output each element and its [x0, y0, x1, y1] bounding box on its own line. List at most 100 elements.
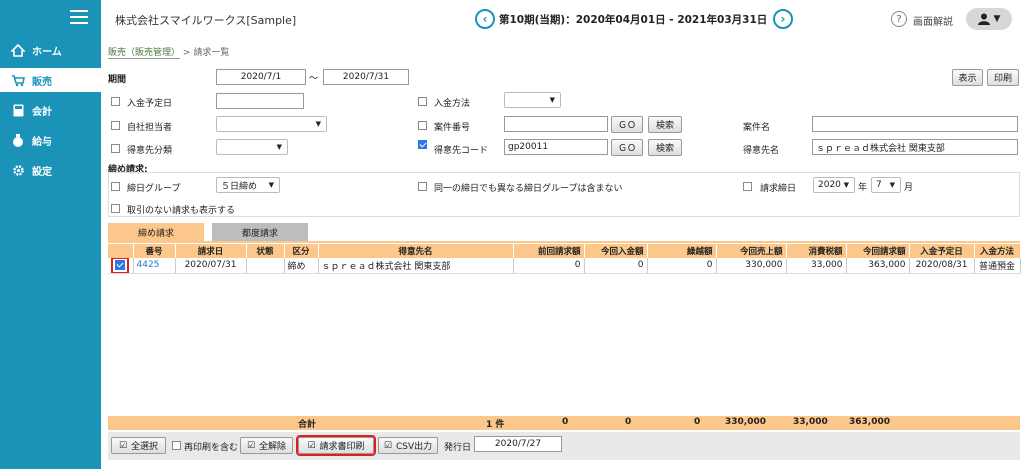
sidebar-item-label: 給与	[32, 136, 52, 148]
dropdown-arrow-icon: ▼	[889, 181, 895, 189]
closing-group-checkbox[interactable]	[111, 182, 120, 191]
totals-bar: 合計 1 件 0 0 0 330,000 33,000 363,000	[108, 416, 1020, 430]
print-invoice-button[interactable]: ☑ 請求書印刷	[296, 435, 376, 456]
customer-name-input[interactable]: ｓｐｒｅａｄ株式会社 関東支部	[812, 139, 1018, 155]
column-header[interactable]: 区分	[284, 244, 319, 258]
totals-bill: 363,000	[849, 417, 890, 427]
same-day-checkbox[interactable]	[418, 182, 427, 191]
tab-closing-bill[interactable]: 締め請求	[108, 223, 204, 241]
invoice-date-cell: 2020/07/31	[175, 258, 247, 274]
category-cell: 締め	[284, 258, 319, 274]
no-transaction-checkbox[interactable]	[111, 204, 120, 213]
closing-group-value: ５日締め	[221, 181, 258, 192]
customer-name-label: 得意先名	[743, 146, 780, 156]
column-header[interactable]: 今回請求額	[846, 244, 910, 258]
prev-bill-cell: 0	[513, 258, 585, 274]
totals-sales: 330,000	[725, 417, 766, 427]
due-date-input[interactable]	[216, 93, 304, 109]
column-header[interactable]: 状態	[246, 244, 285, 258]
breadcrumb: 販売（販売管理） > 請求一覧	[108, 45, 229, 59]
sidebar-item-label: 会計	[32, 106, 52, 118]
column-header[interactable]: 入金予定日	[909, 244, 975, 258]
customer-cell: ｓｐｒｅａｄ株式会社 関東支部	[318, 258, 514, 274]
sidebar-item-label: 設定	[32, 166, 52, 178]
customer-go-button[interactable]: ＧＯ	[611, 139, 643, 156]
user-menu-button[interactable]: ▼	[966, 8, 1012, 30]
status-cell	[246, 258, 285, 274]
closing-group-label: 締日グループ	[127, 184, 181, 194]
sidebar-item-settings[interactable]: 設定	[0, 158, 101, 182]
issue-date-input[interactable]: 2020/7/27	[474, 436, 562, 452]
payment-method-checkbox[interactable]	[418, 97, 427, 106]
print-invoice-label: 請求書印刷	[319, 442, 365, 452]
help-icon[interactable]: ?	[891, 11, 907, 27]
column-header[interactable]: 今回入金額	[584, 244, 648, 258]
customer-search-button[interactable]: 検索	[648, 139, 682, 156]
next-period-icon[interactable]: ›	[773, 9, 793, 29]
column-header[interactable]: 請求日	[175, 244, 247, 258]
no-transaction-label: 取引のない請求も表示する	[127, 206, 236, 216]
case-search-button[interactable]: 検索	[648, 116, 682, 133]
breadcrumb-link-sales[interactable]: 販売（販売管理）	[108, 48, 181, 59]
help-link[interactable]: 画面解説	[913, 13, 953, 28]
dropdown-arrow-icon: ▼	[315, 120, 321, 128]
sidebar: ホーム 販売 会計 給与 設定	[0, 0, 101, 469]
case-number-checkbox[interactable]	[418, 121, 427, 130]
column-header[interactable]: 得意先名	[318, 244, 514, 258]
row-select-cell	[108, 258, 134, 274]
customer-class-select[interactable]: ▼	[216, 139, 288, 155]
tab-per-bill[interactable]: 都度請求	[212, 223, 308, 241]
company-name: 株式会社スマイルワークス[Sample]	[115, 14, 297, 27]
due-date-checkbox[interactable]	[111, 97, 120, 106]
billing-closing-checkbox[interactable]	[743, 182, 752, 191]
prev-period-icon[interactable]: ‹	[475, 9, 495, 29]
table-row[interactable]: 4425 2020/07/31 締め ｓｐｒｅａｄ株式会社 関東支部 0 0 0…	[108, 258, 1021, 274]
invoice-number-link[interactable]: 4425	[133, 258, 176, 274]
case-go-button[interactable]: ＧＯ	[611, 116, 643, 133]
totals-label: 合計	[298, 420, 317, 430]
customer-class-checkbox[interactable]	[111, 144, 120, 153]
print-button[interactable]: 印刷	[987, 69, 1019, 86]
sidebar-item-label: 販売	[32, 76, 52, 88]
column-header[interactable]: 繰越額	[647, 244, 717, 258]
column-header[interactable]: 今回売上額	[716, 244, 787, 258]
sidebar-item-payroll[interactable]: 給与	[0, 128, 101, 152]
staff-checkbox[interactable]	[111, 121, 120, 130]
case-number-input[interactable]	[504, 116, 608, 132]
case-name-label: 案件名	[743, 123, 771, 133]
top-bar: 株式会社スマイルワークス[Sample] ‹ 第10期(当期)：2020年04月…	[101, 0, 1024, 38]
column-header[interactable]: 番号	[133, 244, 176, 258]
closing-group-select[interactable]: ５日締め ▼	[216, 177, 280, 193]
year-select[interactable]: 2020 ▼	[813, 177, 855, 193]
column-header[interactable]: 前回請求額	[513, 244, 585, 258]
totals-tax: 33,000	[793, 417, 828, 427]
tax-cell: 33,000	[786, 258, 847, 274]
row-checkbox[interactable]	[115, 259, 126, 270]
reprint-checkbox[interactable]	[172, 441, 181, 450]
csv-export-button[interactable]: ☑ CSV出力	[378, 437, 438, 454]
year-unit: 年	[858, 183, 868, 193]
column-header[interactable]: 消費税額	[786, 244, 847, 258]
period-from-input[interactable]: 2020/7/1	[216, 69, 306, 85]
sidebar-item-sales[interactable]: 販売	[0, 68, 101, 92]
case-name-input[interactable]	[812, 116, 1018, 132]
column-header[interactable]: 入金方法	[974, 244, 1021, 258]
select-all-button[interactable]: ☑ 全選択	[111, 437, 166, 454]
menu-icon[interactable]	[70, 10, 88, 24]
reprint-label: 再印刷を含む	[184, 443, 239, 453]
payment-method-select[interactable]: ▼	[504, 92, 561, 108]
issue-date-label: 発行日	[444, 443, 472, 453]
row-select-highlight	[111, 258, 130, 272]
gear-icon	[10, 163, 26, 177]
staff-select[interactable]: ▼	[216, 116, 327, 132]
clear-all-button[interactable]: ☑ 全解除	[240, 437, 293, 454]
customer-code-input[interactable]: gp20011	[504, 139, 608, 155]
show-button[interactable]: 表示	[952, 69, 983, 86]
period-to-input[interactable]: 2020/7/31	[323, 69, 409, 85]
staff-label: 自社担当者	[127, 123, 173, 133]
chevron-down-icon: ▼	[993, 14, 1001, 24]
month-select[interactable]: 7 ▼	[871, 177, 901, 193]
customer-code-checkbox[interactable]	[418, 140, 427, 149]
sidebar-item-accounting[interactable]: 会計	[0, 98, 101, 122]
sidebar-item-home[interactable]: ホーム	[0, 38, 101, 62]
